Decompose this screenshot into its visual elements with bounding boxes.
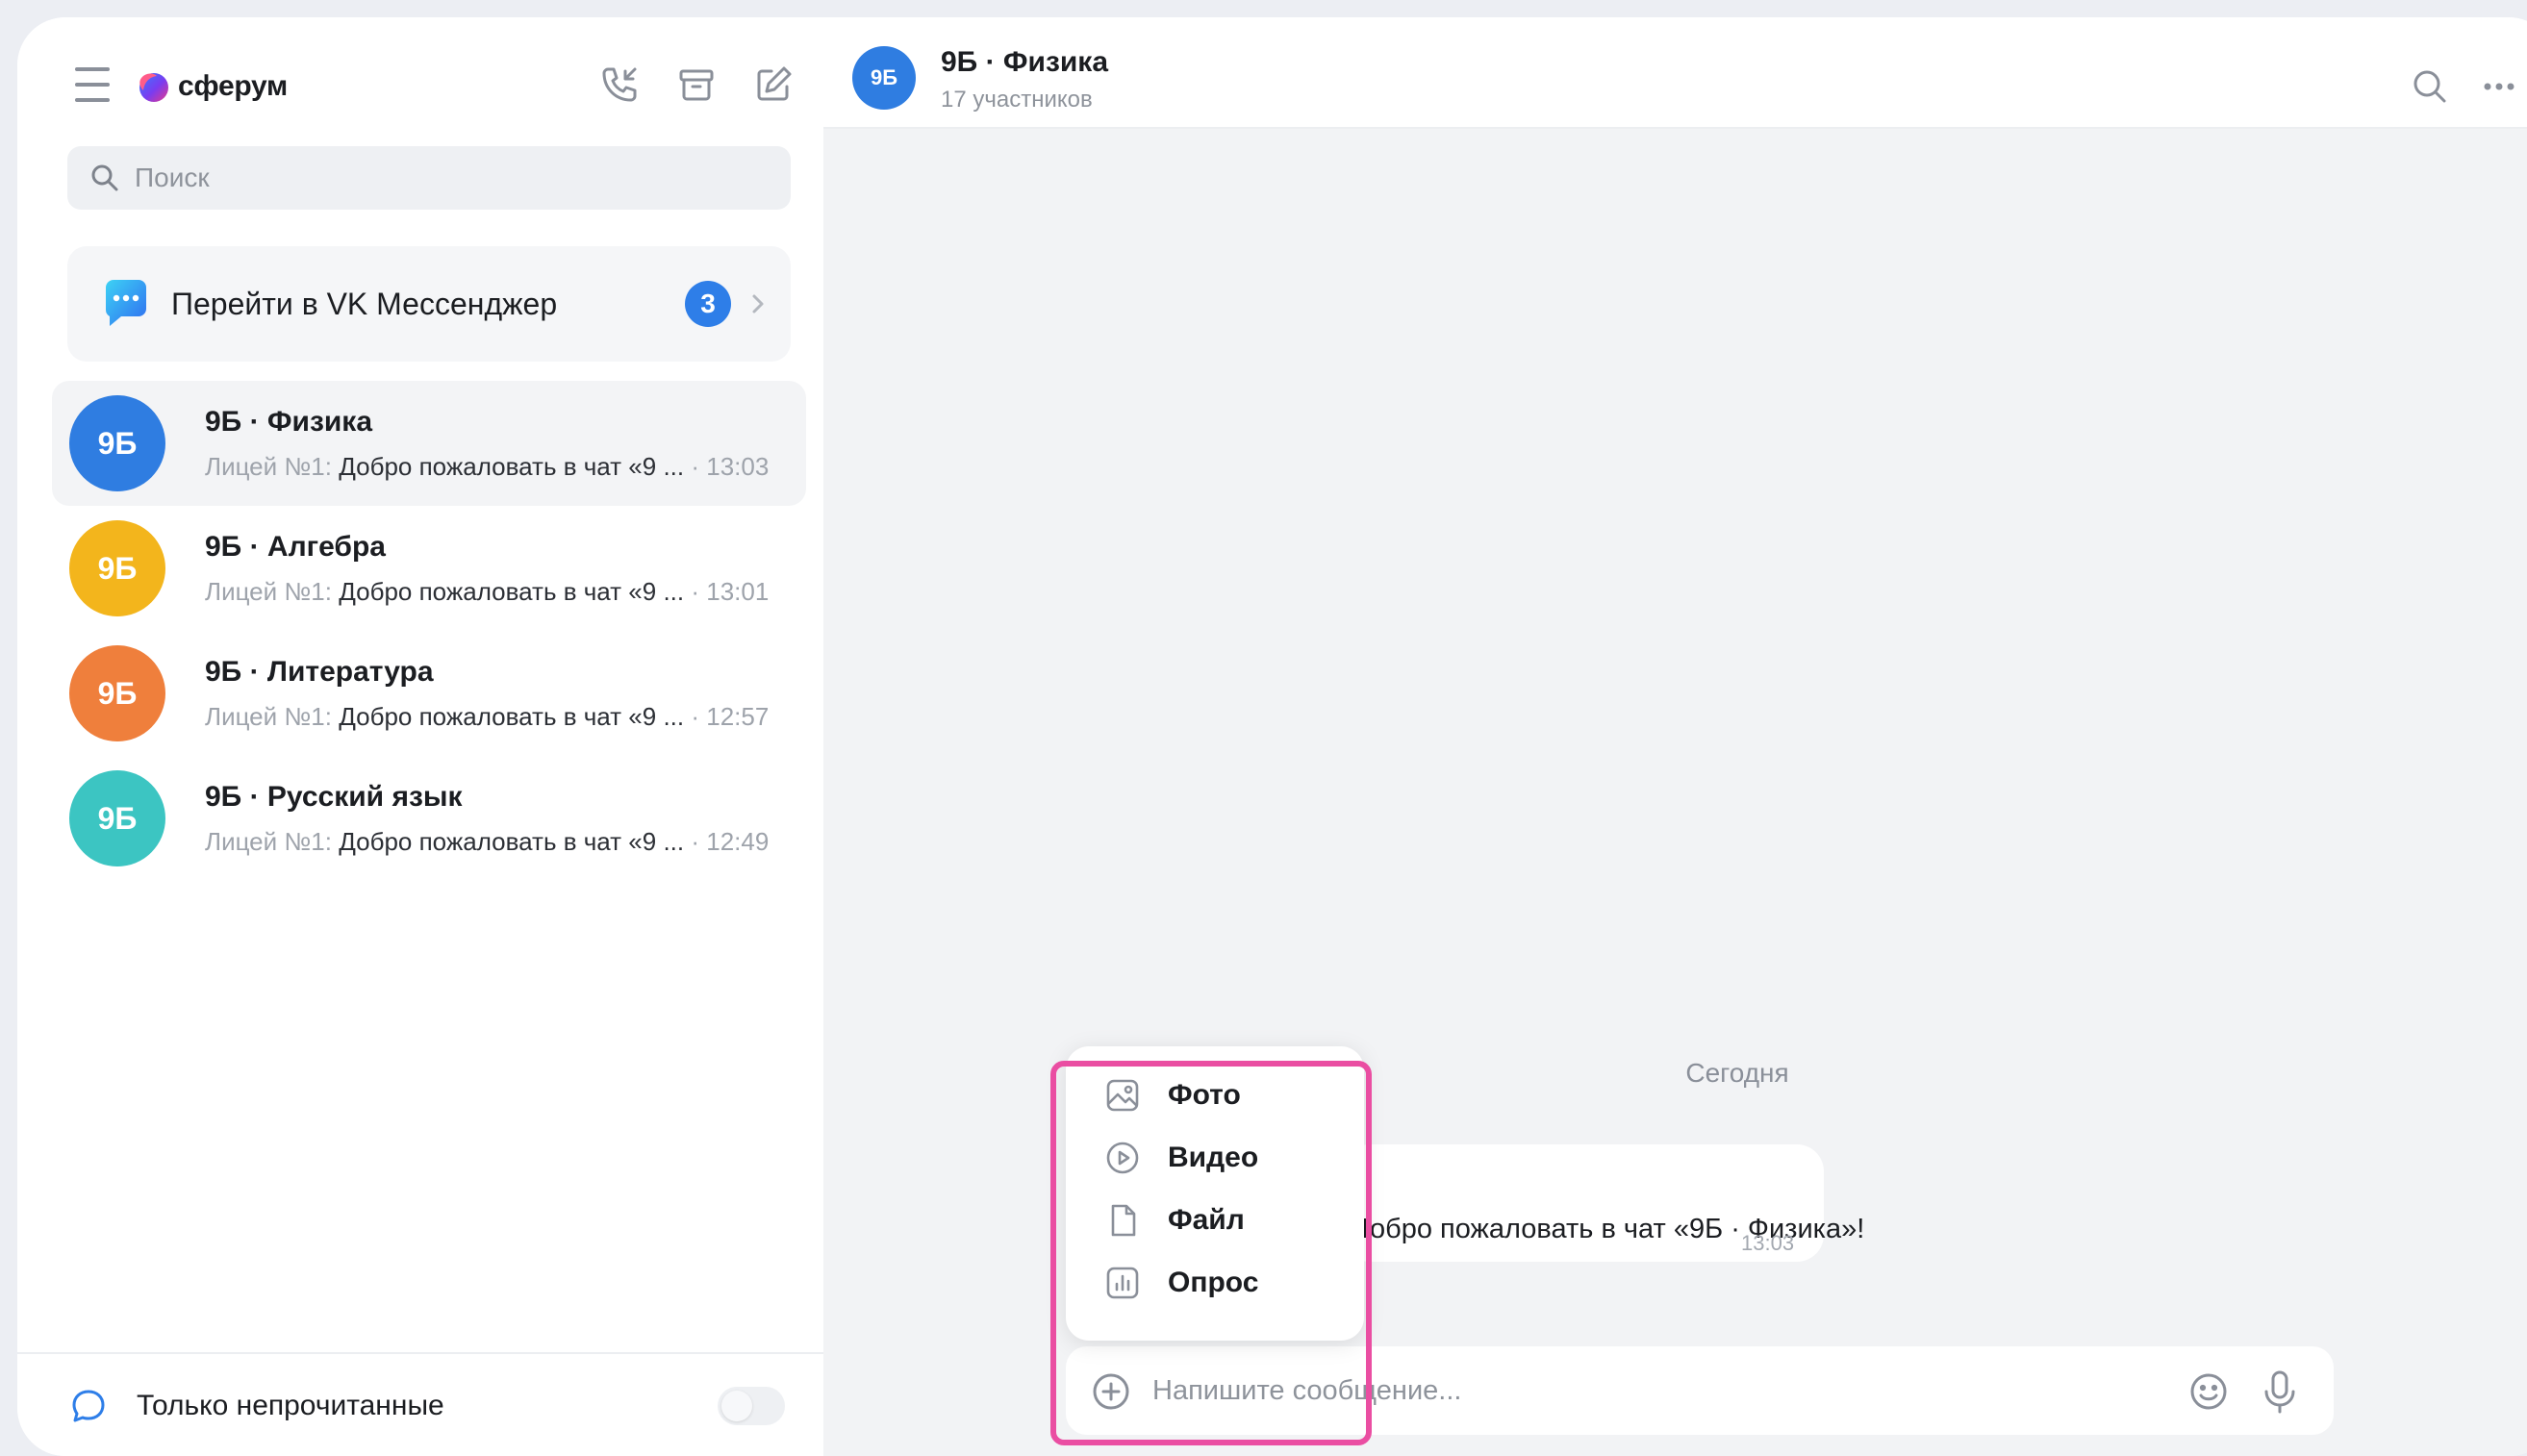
chat-preview-time: 12:49 xyxy=(706,827,770,856)
attach-poll-item[interactable]: Опрос xyxy=(1066,1251,1364,1314)
chat-preview-text: Добро пожаловать в чат «9 ... xyxy=(339,702,685,731)
chat-preview-text: Добро пожаловать в чат «9 ... xyxy=(339,452,685,481)
chat-avatar: 9Б xyxy=(69,395,165,491)
chat-preview: Лицей №1: Добро пожаловать в чат «9 ... … xyxy=(205,702,770,731)
unread-count-badge: 3 xyxy=(685,281,731,327)
chat-header-avatar[interactable]: 9Б xyxy=(852,46,916,110)
chat-list-item[interactable]: 9Б 9Б · Русский язык Лицей №1: Добро пож… xyxy=(52,756,806,881)
emoji-icon[interactable] xyxy=(2187,1370,2230,1413)
chat-title: 9Б · Алгебра xyxy=(205,531,386,563)
brand-name: сферум xyxy=(178,70,288,102)
more-options-icon[interactable] xyxy=(2472,60,2526,113)
menu-icon[interactable] xyxy=(71,65,114,104)
attach-photo-label: Фото xyxy=(1168,1078,1241,1111)
chat-header-title[interactable]: 9Б · Физика xyxy=(941,46,1108,79)
chat-title: 9Б · Литература xyxy=(205,656,434,688)
app-window: сферум Поиск Перейти в VK Мессенджер 3 9… xyxy=(17,17,2527,1456)
compose-icon[interactable] xyxy=(746,58,800,112)
message-input[interactable] xyxy=(1152,1369,2114,1412)
unread-only-toggle[interactable] xyxy=(718,1387,785,1425)
chat-title: 9Б · Русский язык xyxy=(205,781,463,813)
search-input[interactable] xyxy=(135,163,750,193)
chat-list-item[interactable]: 9Б 9Б · Физика Лицей №1: Добро пожаловат… xyxy=(52,381,806,506)
chat-list: 9Б 9Б · Физика Лицей №1: Добро пожаловат… xyxy=(52,381,806,881)
attach-poll-label: Опрос xyxy=(1168,1266,1259,1298)
chat-preview-time: 13:03 xyxy=(706,452,770,481)
vk-messenger-logo-icon xyxy=(105,280,146,326)
message-composer xyxy=(1066,1346,2334,1435)
vk-messenger-label: Перейти в VK Мессенджер xyxy=(171,286,558,321)
video-icon xyxy=(1106,1142,1139,1173)
chat-preview-sender: Лицей №1: xyxy=(205,452,332,481)
add-attachment-icon[interactable] xyxy=(1091,1371,1131,1412)
chat-preview-text: Добро пожаловать в чат «9 ... xyxy=(339,577,685,606)
chat-list-item[interactable]: 9Б 9Б · Литература Лицей №1: Добро пожал… xyxy=(52,631,806,756)
chat-preview-time: 13:01 xyxy=(706,577,770,606)
chat-preview-text: Добро пожаловать в чат «9 ... xyxy=(339,827,685,856)
sidebar-footer: Только непрочитанные xyxy=(17,1352,823,1456)
unread-filter-icon xyxy=(72,1390,105,1422)
chat-list-item[interactable]: 9Б 9Б · Алгебра Лицей №1: Добро пожалова… xyxy=(52,506,806,631)
unread-only-label: Только непрочитанные xyxy=(137,1390,444,1421)
chevron-right-icon xyxy=(752,294,764,314)
chat-preview-time: 12:57 xyxy=(706,702,770,731)
attach-file-label: Файл xyxy=(1168,1203,1245,1236)
file-icon xyxy=(1111,1204,1136,1236)
microphone-icon[interactable] xyxy=(2259,1368,2301,1415)
chat-avatar: 9Б xyxy=(69,770,165,866)
sidebar-header: сферум xyxy=(17,17,823,152)
attach-photo-item[interactable]: Фото xyxy=(1066,1064,1364,1126)
brand: сферум xyxy=(136,65,288,108)
chat-avatar: 9Б xyxy=(69,520,165,616)
calls-icon[interactable] xyxy=(593,58,646,112)
date-separator: Сегодня xyxy=(1685,1058,1789,1088)
chat-header: 9Б 9Б · Физика 17 участников xyxy=(823,17,2527,129)
chat-preview-sender: Лицей №1: xyxy=(205,702,332,731)
attachment-menu: Фото Видео Файл Опрос xyxy=(1066,1046,1364,1341)
message-time: 13:03 xyxy=(1741,1231,1795,1255)
poll-icon xyxy=(1106,1267,1139,1298)
attach-file-item[interactable]: Файл xyxy=(1066,1189,1364,1251)
chat-pane: 9Б 9Б · Физика 17 участников Сегодня Доб… xyxy=(823,17,2527,1456)
archive-icon[interactable] xyxy=(670,58,723,112)
chat-preview: Лицей №1: Добро пожаловать в чат «9 ... … xyxy=(205,452,770,481)
attach-video-item[interactable]: Видео xyxy=(1066,1126,1364,1189)
attach-video-label: Видео xyxy=(1168,1141,1259,1173)
chat-preview-sender: Лицей №1: xyxy=(205,827,332,856)
search-icon xyxy=(91,164,118,191)
chat-header-members: 17 участников xyxy=(941,87,1093,113)
chat-preview-sender: Лицей №1: xyxy=(205,577,332,606)
search-field[interactable] xyxy=(67,146,791,210)
sferum-logo-icon xyxy=(139,73,168,102)
photo-icon xyxy=(1106,1079,1139,1111)
chat-preview: Лицей №1: Добро пожаловать в чат «9 ... … xyxy=(205,827,770,856)
sidebar: сферум Поиск Перейти в VK Мессенджер 3 9… xyxy=(17,17,823,1456)
chat-preview: Лицей №1: Добро пожаловать в чат «9 ... … xyxy=(205,577,770,606)
chat-avatar: 9Б xyxy=(69,645,165,741)
chat-title: 9Б · Физика xyxy=(205,406,373,438)
search-icon[interactable] xyxy=(2403,60,2457,113)
vk-messenger-banner[interactable]: Перейти в VK Мессенджер 3 xyxy=(67,246,791,362)
